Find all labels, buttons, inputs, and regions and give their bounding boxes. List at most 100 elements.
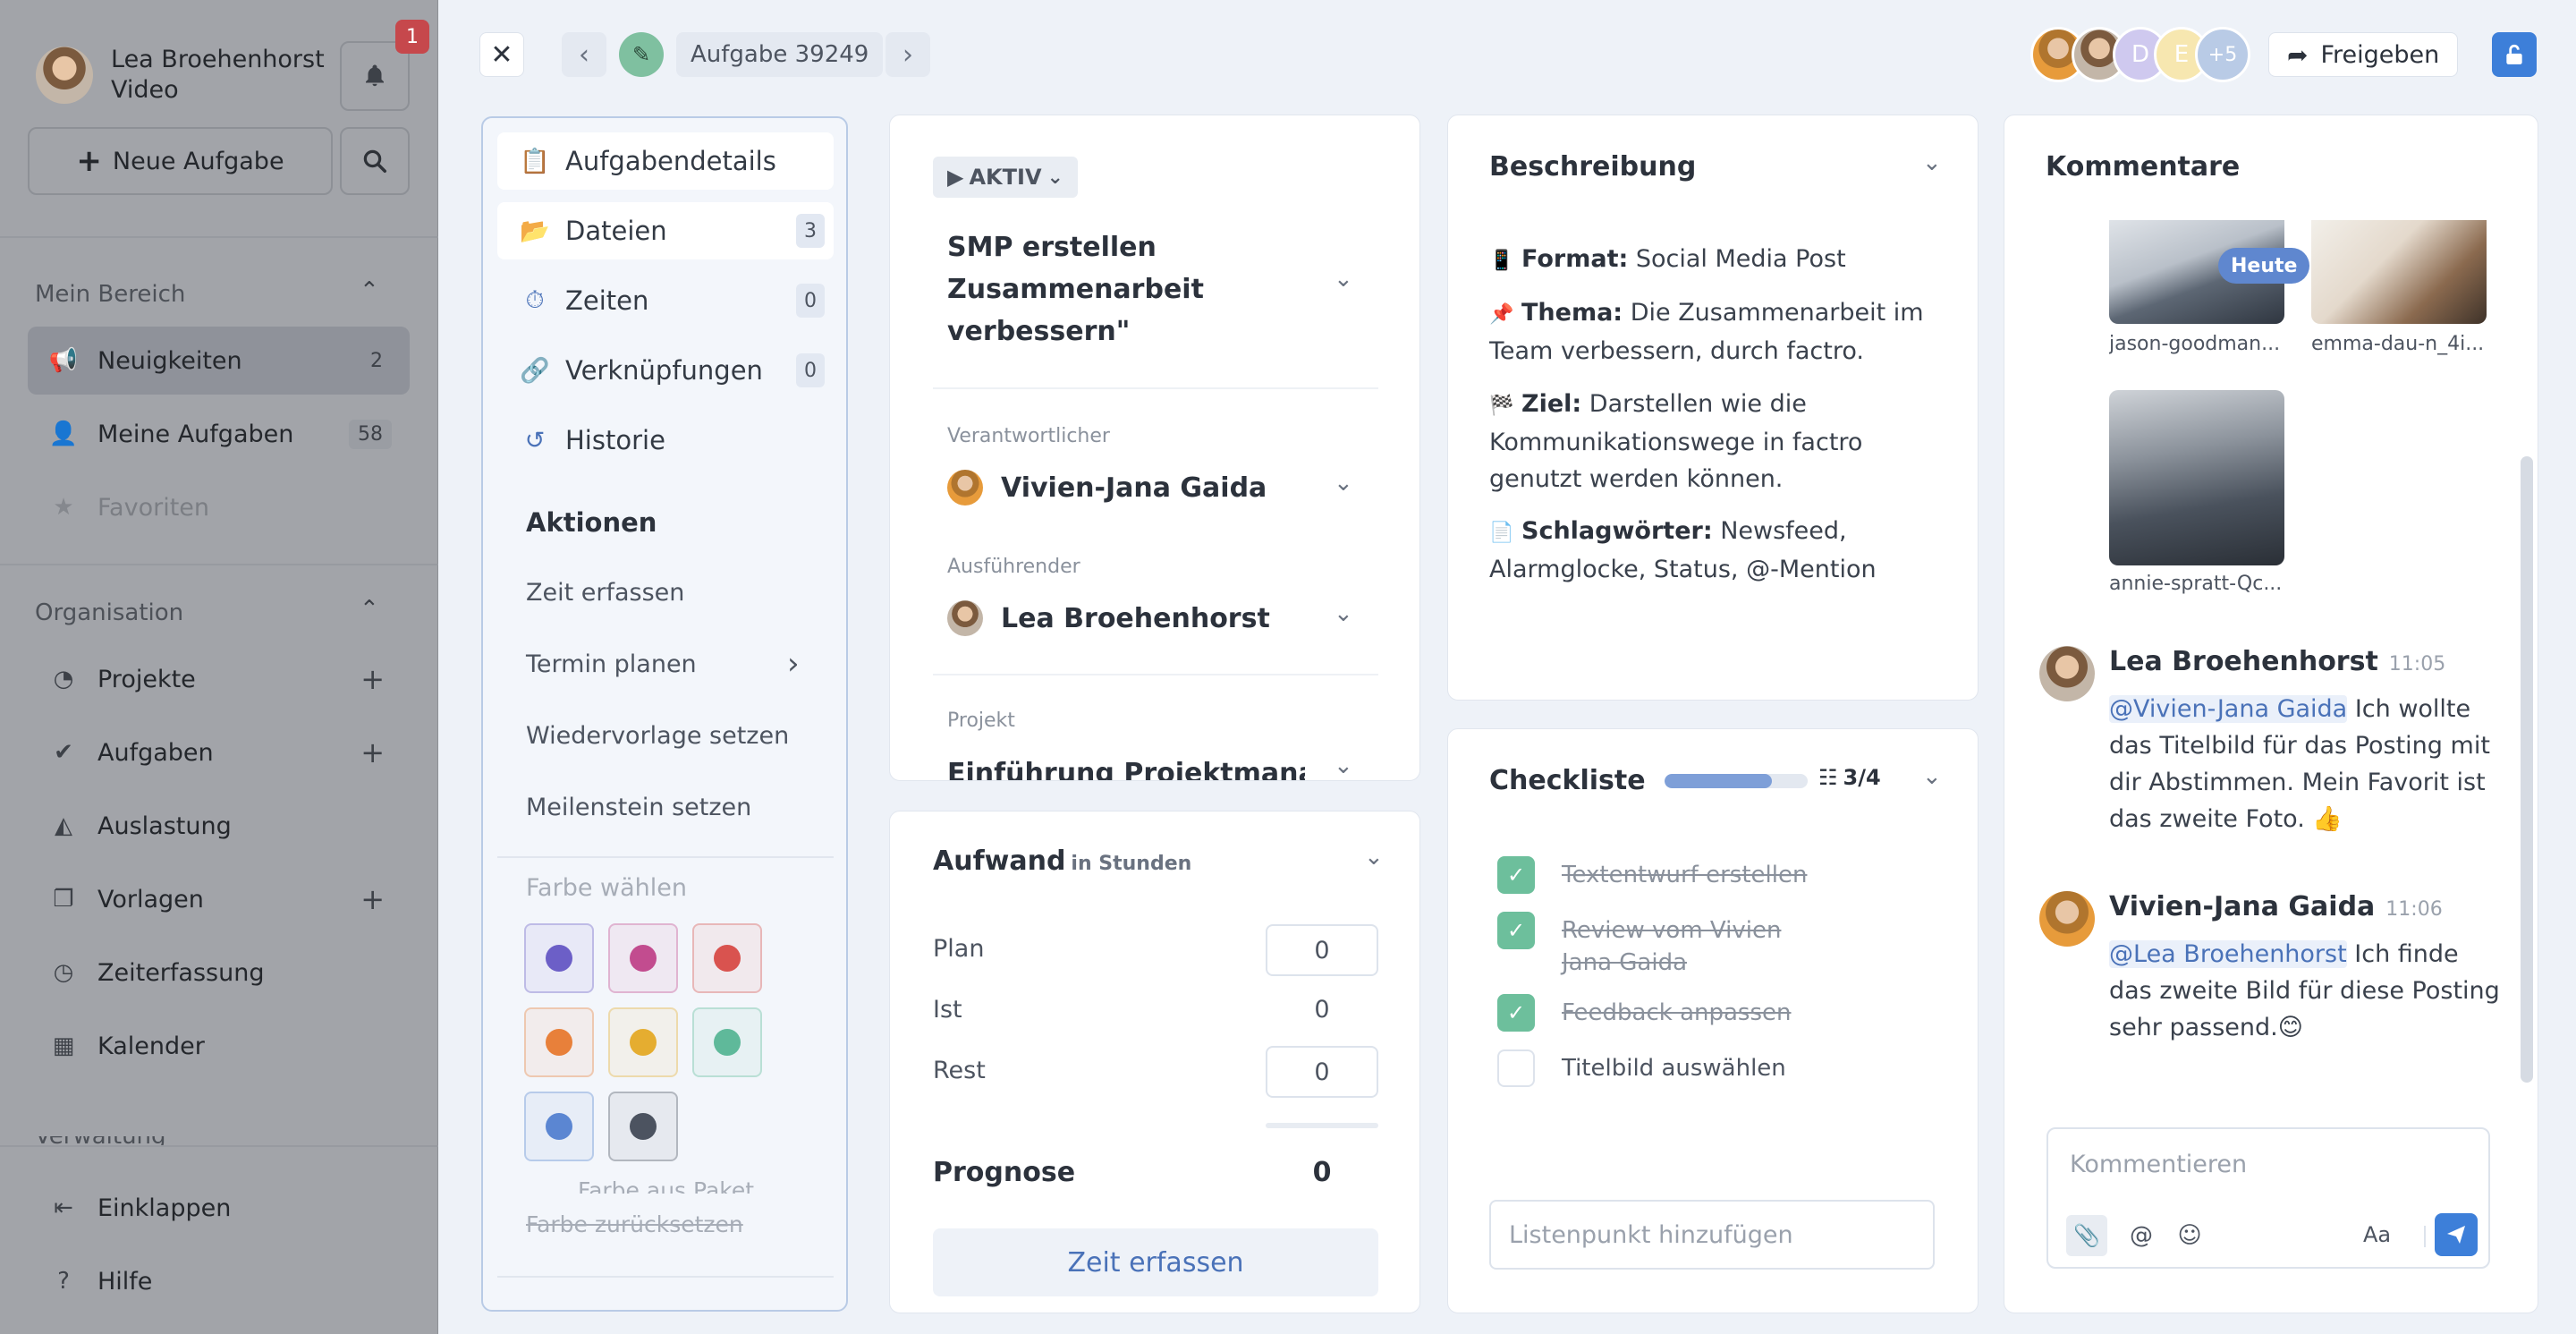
search-button[interactable]: [340, 127, 410, 195]
color-swatch-green[interactable]: [692, 1007, 762, 1077]
chevron-down-icon[interactable]: ⌄: [1334, 752, 1353, 779]
checkbox-checked[interactable]: ✓: [1497, 856, 1535, 894]
nav-item-verknuepfungen[interactable]: 🔗 Verknüpfungen 0: [497, 342, 834, 399]
nav-item-aufgabendetails[interactable]: 📋 Aufgabendetails: [497, 132, 834, 190]
text-format-button[interactable]: Aa: [2363, 1222, 2391, 1247]
edit-button[interactable]: ✎: [619, 32, 664, 77]
ist-value: 0: [1314, 996, 1330, 1024]
collapse-sidebar-button[interactable]: ⇤ Einklappen: [28, 1174, 410, 1242]
chevron-down-icon[interactable]: ⌄: [1364, 844, 1384, 871]
color-dot: [546, 1113, 572, 1140]
send-button[interactable]: [2435, 1213, 2478, 1256]
task-title[interactable]: SMP erstellen Zusammenarbeit verbessern": [947, 226, 1323, 353]
chevron-up-icon[interactable]: ⌃: [360, 596, 379, 623]
add-task-icon[interactable]: +: [360, 735, 385, 769]
user-profile[interactable]: Lea Broehenhorst Video: [36, 45, 325, 106]
chevron-down-icon[interactable]: ⌄: [1334, 266, 1353, 293]
add-project-icon[interactable]: +: [360, 662, 385, 696]
stopwatch-icon: ⏱: [525, 286, 545, 314]
ist-label: Ist: [933, 996, 962, 1024]
add-template-icon[interactable]: +: [360, 882, 385, 916]
color-swatch-magenta[interactable]: [608, 923, 678, 993]
checklist-item[interactable]: ✓ Feedback anpassen: [1497, 994, 1792, 1032]
emoji-button[interactable]: ☺: [2172, 1215, 2207, 1256]
checklist-count: ☷ 3/4: [1818, 765, 1881, 790]
nav-item-dateien[interactable]: 📂 Dateien 3: [497, 202, 834, 259]
chevron-down-icon[interactable]: ⌄: [1334, 470, 1353, 497]
theme-label: Thema:: [1521, 299, 1623, 327]
image-thumbnail[interactable]: [2109, 390, 2284, 565]
format-value: Social Media Post: [1635, 245, 1846, 273]
checklist-item[interactable]: ✓ Textentwurf erstellen: [1497, 856, 1807, 894]
color-swatch-yellow[interactable]: [608, 1007, 678, 1077]
chevron-up-icon[interactable]: ⌃: [360, 277, 379, 304]
color-reset-option[interactable]: Farbe zurücksetzen: [526, 1211, 743, 1237]
sidebar-item-auslastung[interactable]: ◭ Auslastung: [28, 792, 410, 860]
checkbox-checked[interactable]: ✓: [1497, 994, 1535, 1032]
checkbox-unchecked[interactable]: [1497, 1049, 1535, 1087]
chevron-down-icon[interactable]: ⌄: [1334, 600, 1353, 627]
comment-input[interactable]: Kommentieren: [2070, 1151, 2247, 1178]
action-meilenstein-setzen[interactable]: Meilenstein setzen: [526, 794, 751, 821]
sidebar-item-zeiterfassung[interactable]: ◷ Zeiterfassung: [28, 939, 410, 1007]
checkbox-checked[interactable]: ✓: [1497, 912, 1535, 949]
color-swatch-red[interactable]: [692, 923, 762, 993]
comments-scrollbar[interactable]: [2521, 456, 2533, 1083]
lock-button[interactable]: [2492, 32, 2537, 77]
help-label: Hilfe: [97, 1267, 153, 1296]
nav-item-count: 0: [796, 284, 825, 318]
share-button[interactable]: ➦ Freigeben: [2268, 32, 2459, 77]
status-dropdown[interactable]: ▶ AKTIV ⌄: [933, 157, 1078, 198]
executor-field[interactable]: Lea Broehenhorst: [947, 600, 1270, 636]
participants-avatars[interactable]: D E +5: [2030, 27, 2299, 82]
color-swatch-purple[interactable]: [524, 923, 594, 993]
close-button[interactable]: ✕: [479, 32, 524, 77]
add-checklist-item-input[interactable]: Listenpunkt hinzufügen: [1489, 1200, 1935, 1270]
comments-title: Kommentare: [2046, 151, 2241, 183]
sidebar-item-aufgaben[interactable]: ✔ Aufgaben +: [28, 718, 410, 786]
plan-input[interactable]: 0: [1266, 924, 1378, 976]
attach-button[interactable]: 📎: [2066, 1215, 2107, 1256]
sidebar-item-kalender[interactable]: ▦ Kalender: [28, 1012, 410, 1080]
sidebar-item-favoriten[interactable]: ★ Favoriten: [28, 473, 410, 541]
comment-mention[interactable]: @Lea Broehenhorst: [2109, 940, 2347, 968]
action-wiedervorlage-setzen[interactable]: Wiedervorlage setzen: [526, 722, 789, 750]
sidebar-item-neuigkeiten[interactable]: 📢 Neuigkeiten 2: [28, 327, 410, 395]
log-time-button[interactable]: Zeit erfassen: [933, 1228, 1378, 1296]
image-thumbnail[interactable]: [2311, 220, 2487, 324]
sidebar-item-vorlagen[interactable]: ❐ Vorlagen +: [28, 865, 410, 933]
project-name: Einführung Projektmanagement: [947, 758, 1305, 781]
nav-item-historie[interactable]: ↺ Historie: [497, 412, 834, 469]
color-dot: [546, 945, 572, 972]
help-button[interactable]: ? Hilfe: [28, 1247, 410, 1315]
new-task-button[interactable]: + Neue Aufgabe: [28, 127, 333, 195]
next-task-button[interactable]: ›: [886, 32, 930, 77]
project-field[interactable]: Einführung Projektmanagement: [947, 758, 1305, 781]
chevron-down-icon[interactable]: ⌄: [1922, 763, 1942, 790]
description-panel: Beschreibung ⌄ 📱 Format: Social Media Po…: [1447, 115, 1979, 701]
responsible-field[interactable]: Vivien-Jana Gaida: [947, 470, 1267, 506]
color-from-package-option[interactable]: Farbe aus Paket: [578, 1177, 754, 1194]
plan-label: Plan: [933, 935, 985, 963]
color-swatch-orange[interactable]: [524, 1007, 594, 1077]
prev-task-button[interactable]: ‹: [562, 32, 606, 77]
goal-label: Ziel:: [1521, 390, 1582, 418]
description-keywords: 📄 Schlagwörter: Newsfeed, Alarmglocke, S…: [1489, 513, 1945, 588]
checklist-panel: Checkliste ☷ 3/4 ⌄ ✓ Textentwurf erstelle…: [1447, 728, 1979, 1313]
sidebar-item-projekte[interactable]: ◔ Projekte +: [28, 645, 410, 713]
nav-item-zeiten[interactable]: ⏱ Zeiten 0: [497, 272, 834, 329]
mention-button[interactable]: @: [2123, 1215, 2159, 1256]
action-termin-planen[interactable]: Termin planen: [526, 650, 697, 678]
action-zeit-erfassen[interactable]: Zeit erfassen: [526, 579, 684, 607]
color-swatch-blue[interactable]: [524, 1092, 594, 1161]
sidebar-item-meine-aufgaben[interactable]: 👤 Meine Aufgaben 58: [28, 400, 410, 468]
checklist-item[interactable]: Titelbild auswählen: [1497, 1049, 1786, 1087]
chevron-left-icon: ‹: [579, 38, 589, 71]
chevron-down-icon[interactable]: ⌄: [1922, 149, 1942, 176]
image-caption: jason-goodman...: [2109, 333, 2281, 355]
color-swatch-dark-gray[interactable]: [608, 1092, 678, 1161]
comment-mention[interactable]: @Vivien-Jana Gaida: [2109, 695, 2348, 723]
new-task-label: Neue Aufgabe: [112, 147, 284, 175]
checklist-item[interactable]: ✓ Review vom Vivien Jana Gaida: [1497, 912, 1891, 979]
rest-input[interactable]: 0: [1266, 1046, 1378, 1098]
